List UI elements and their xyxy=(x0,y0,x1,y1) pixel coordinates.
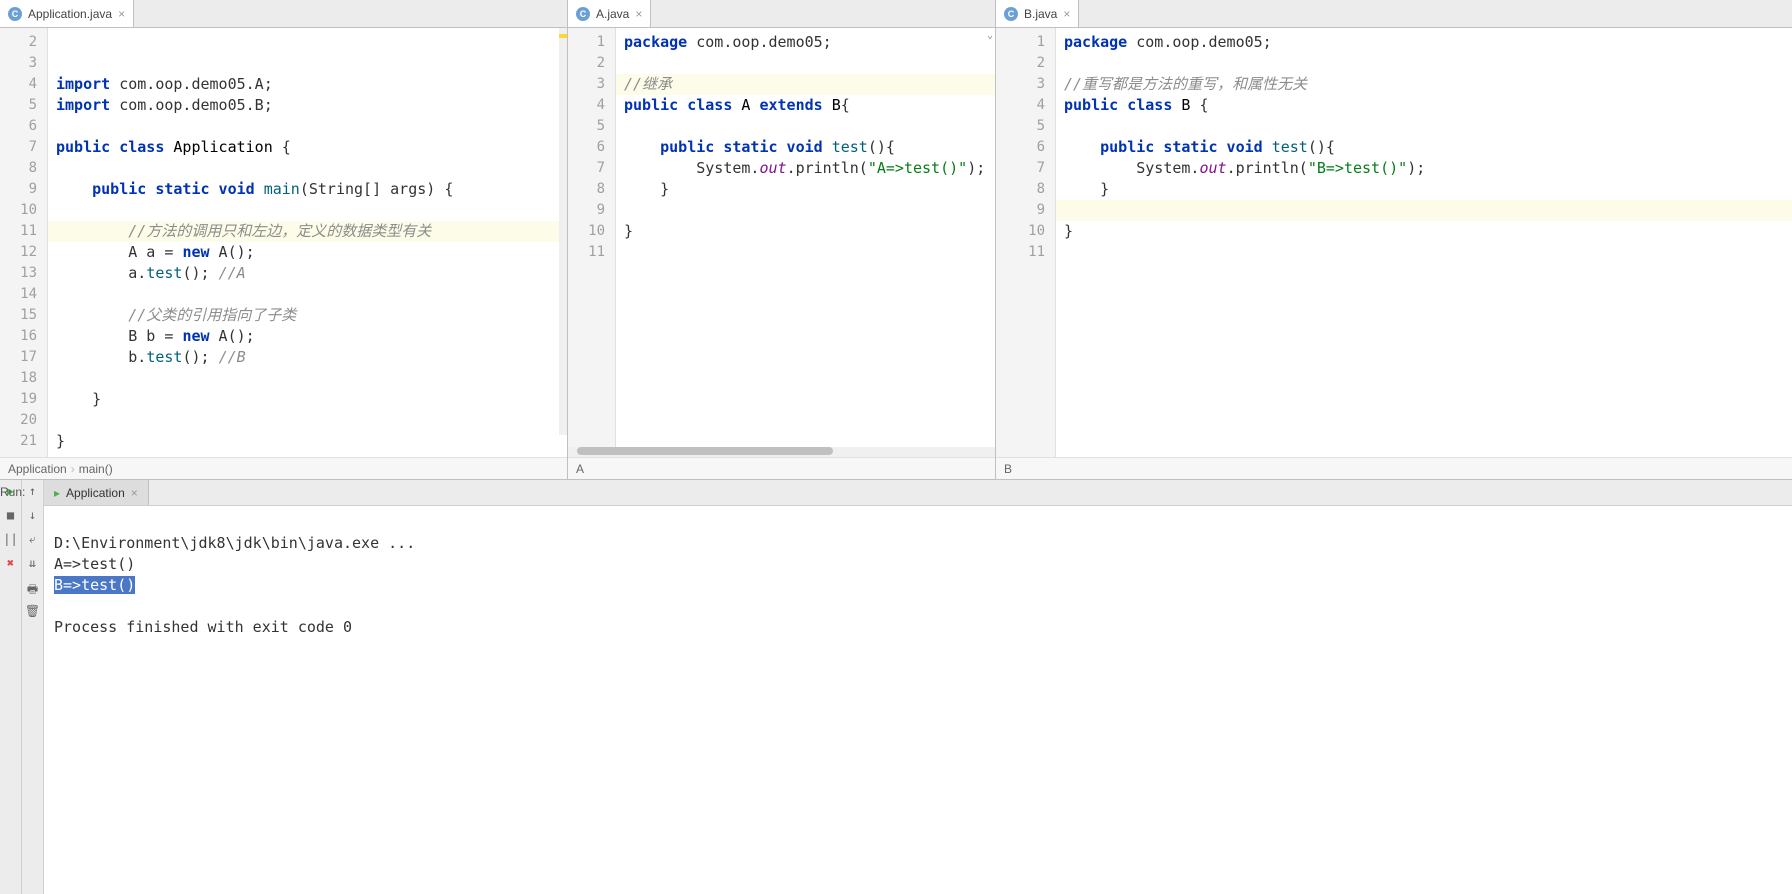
run-tab-label: Application xyxy=(66,486,125,500)
breadcrumb[interactable]: Application › main() xyxy=(0,457,567,479)
breadcrumb-class[interactable]: B xyxy=(1004,462,1012,476)
down-icon[interactable]: ↓ xyxy=(25,508,41,524)
chevron-icon: › xyxy=(71,462,75,476)
close-icon[interactable]: × xyxy=(635,7,642,21)
tab-application[interactable]: C Application.java × xyxy=(0,0,134,27)
console-line: D:\Environment\jdk8\jdk\bin\java.exe ... xyxy=(54,534,415,552)
tab-label: A.java xyxy=(596,7,629,21)
stop-icon[interactable]: ■ xyxy=(3,508,19,524)
editor-body[interactable]: 1 2 3 4 5 6 7 8 9 10 11 ⌄ package com.oo… xyxy=(568,28,995,447)
class-icon: C xyxy=(1004,7,1018,21)
tab-bar: C B.java × xyxy=(996,0,1792,28)
breadcrumb-class[interactable]: A xyxy=(576,462,584,476)
tab-bar: C Application.java × xyxy=(0,0,567,28)
run-tool-window: ▶ ■ || ✖ ↑ ↓ ⤶ ⇊ 🖶 🗑 Run: ▸ Application … xyxy=(0,480,1792,894)
class-icon: C xyxy=(8,7,22,21)
editor-pane-application: C Application.java × 2 3 4 5 6 7 8 9 10 … xyxy=(0,0,568,479)
gutter: 2 3 4 5 6 7 8 9 10 11 12 13 14 15 16 17 … xyxy=(0,28,48,457)
run-config-tab[interactable]: ▸ Application × xyxy=(44,480,149,505)
tab-label: B.java xyxy=(1024,7,1057,21)
run-label: Run: xyxy=(0,485,25,499)
breadcrumb-class[interactable]: Application xyxy=(8,462,67,476)
tab-bar: C A.java × xyxy=(568,0,995,28)
wrap-icon[interactable]: ⤶ xyxy=(25,532,41,548)
horizontal-scrollbar[interactable] xyxy=(568,447,995,457)
breadcrumb[interactable]: B xyxy=(996,457,1792,479)
editor-body[interactable]: 2 3 4 5 6 7 8 9 10 11 12 13 14 15 16 17 … xyxy=(0,28,567,457)
console-line: A=>test() xyxy=(54,555,135,573)
editor-body[interactable]: 1 2 3 4 5 6 7 8 9 10 11 package com.oop.… xyxy=(996,28,1792,457)
editor-split: C Application.java × 2 3 4 5 6 7 8 9 10 … xyxy=(0,0,1792,480)
code-area[interactable]: ⌄ package com.oop.demo05; //继承 public cl… xyxy=(616,28,995,447)
class-icon: C xyxy=(576,7,590,21)
run-toolbar-right: ↑ ↓ ⤶ ⇊ 🖶 🗑 xyxy=(22,480,44,894)
editor-pane-a: C A.java × 1 2 3 4 5 6 7 8 9 10 11 ⌄ pac… xyxy=(568,0,996,479)
gutter: 1 2 3 4 5 6 7 8 9 10 11 xyxy=(996,28,1056,457)
print-icon[interactable]: 🖶 xyxy=(25,580,41,596)
run-body: Run: ▸ Application × D:\Environment\jdk8… xyxy=(44,480,1792,894)
code-area[interactable]: package com.oop.demo05; //重写都是方法的重写，和属性无… xyxy=(1056,28,1792,457)
error-stripe[interactable] xyxy=(559,28,567,435)
run-tabs: Run: ▸ Application × xyxy=(44,480,1792,506)
gutter: 1 2 3 4 5 6 7 8 9 10 11 xyxy=(568,28,616,447)
console-line: Process finished with exit code 0 xyxy=(54,618,352,636)
close-icon[interactable]: × xyxy=(1063,7,1070,21)
console-output[interactable]: D:\Environment\jdk8\jdk\bin\java.exe ...… xyxy=(44,506,1792,894)
chevron-down-icon[interactable]: ⌄ xyxy=(987,30,993,41)
tab-b[interactable]: C B.java × xyxy=(996,0,1079,27)
exit-icon[interactable]: ✖ xyxy=(3,556,19,572)
close-icon[interactable]: × xyxy=(131,486,138,500)
run-toolbar-left: ▶ ■ || ✖ xyxy=(0,480,22,894)
tab-label: Application.java xyxy=(28,7,112,21)
console-line-selected: B=>test() xyxy=(54,576,135,594)
code-area[interactable]: import com.oop.demo05.A; import com.oop.… xyxy=(48,28,567,457)
trash-icon[interactable]: 🗑 xyxy=(25,604,41,620)
tab-a[interactable]: C A.java × xyxy=(568,0,651,27)
editor-pane-b: C B.java × 1 2 3 4 5 6 7 8 9 10 11 packa… xyxy=(996,0,1792,479)
play-small-icon: ▸ xyxy=(54,486,60,500)
scroll-icon[interactable]: ⇊ xyxy=(25,556,41,572)
close-icon[interactable]: × xyxy=(118,7,125,21)
up-icon[interactable]: ↑ xyxy=(25,484,41,500)
pause-icon[interactable]: || xyxy=(3,532,19,548)
breadcrumb-method[interactable]: main() xyxy=(79,462,113,476)
breadcrumb[interactable]: A xyxy=(568,457,995,479)
